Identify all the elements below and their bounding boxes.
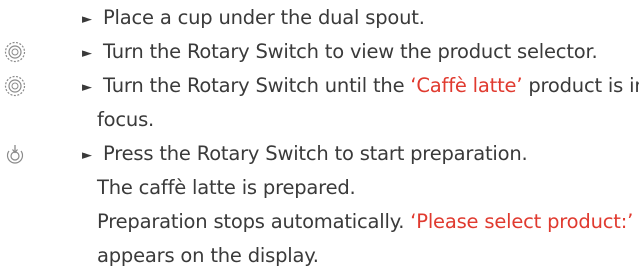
step-2-text: ► Turn the Rotary Switch to view the pro… <box>82 35 598 71</box>
result-text-2-start: Preparation stops automatically. <box>97 210 411 233</box>
step-4: ► Press the Rotary Switch to start prepa… <box>0 137 639 171</box>
result-text-1: The caffè latte is prepared. <box>97 176 356 199</box>
product-name-highlight: ‘Caffè latte’ <box>410 74 523 97</box>
arrow-bullet-icon: ► <box>82 12 92 27</box>
arrow-bullet-icon: ► <box>82 148 92 163</box>
step-2: ► Turn the Rotary Switch to view the pro… <box>0 35 639 69</box>
result-line-1: The caffè latte is prepared. <box>0 171 639 205</box>
arrow-bullet-icon: ► <box>82 80 92 95</box>
press-button-icon <box>6 145 24 164</box>
step-2-label: Turn the Rotary Switch to view the produ… <box>103 40 598 63</box>
result-line-3: appears on the display. <box>0 239 639 273</box>
step-3-continuation-text: focus. <box>97 108 155 131</box>
result-text-3: appears on the display. <box>97 244 319 267</box>
step-3-text: ► Turn the Rotary Switch until the ‘Caff… <box>82 69 639 105</box>
step-1: ► Place a cup under the dual spout. <box>0 1 639 35</box>
result-text-2: Preparation stops automatically. ‘Please… <box>97 205 633 239</box>
rotary-dial-icon <box>4 41 26 63</box>
step-4-text: ► Press the Rotary Switch to start prepa… <box>82 137 528 173</box>
step-3-label-start: Turn the Rotary Switch until the <box>103 74 411 97</box>
step-4-label: Press the Rotary Switch to start prepara… <box>103 142 528 165</box>
step-3-continuation: focus. <box>0 103 639 137</box>
step-3-label-end: product is in <box>522 74 639 97</box>
rotary-dial-icon <box>4 75 26 97</box>
arrow-bullet-icon: ► <box>82 46 92 61</box>
step-1-text: ► Place a cup under the dual spout. <box>82 1 425 37</box>
step-1-label: Place a cup under the dual spout. <box>103 6 425 29</box>
step-3: ► Turn the Rotary Switch until the ‘Caff… <box>0 69 639 103</box>
display-message-highlight: ‘Please select product:’ <box>410 210 634 233</box>
result-line-2: Preparation stops automatically. ‘Please… <box>0 205 639 239</box>
